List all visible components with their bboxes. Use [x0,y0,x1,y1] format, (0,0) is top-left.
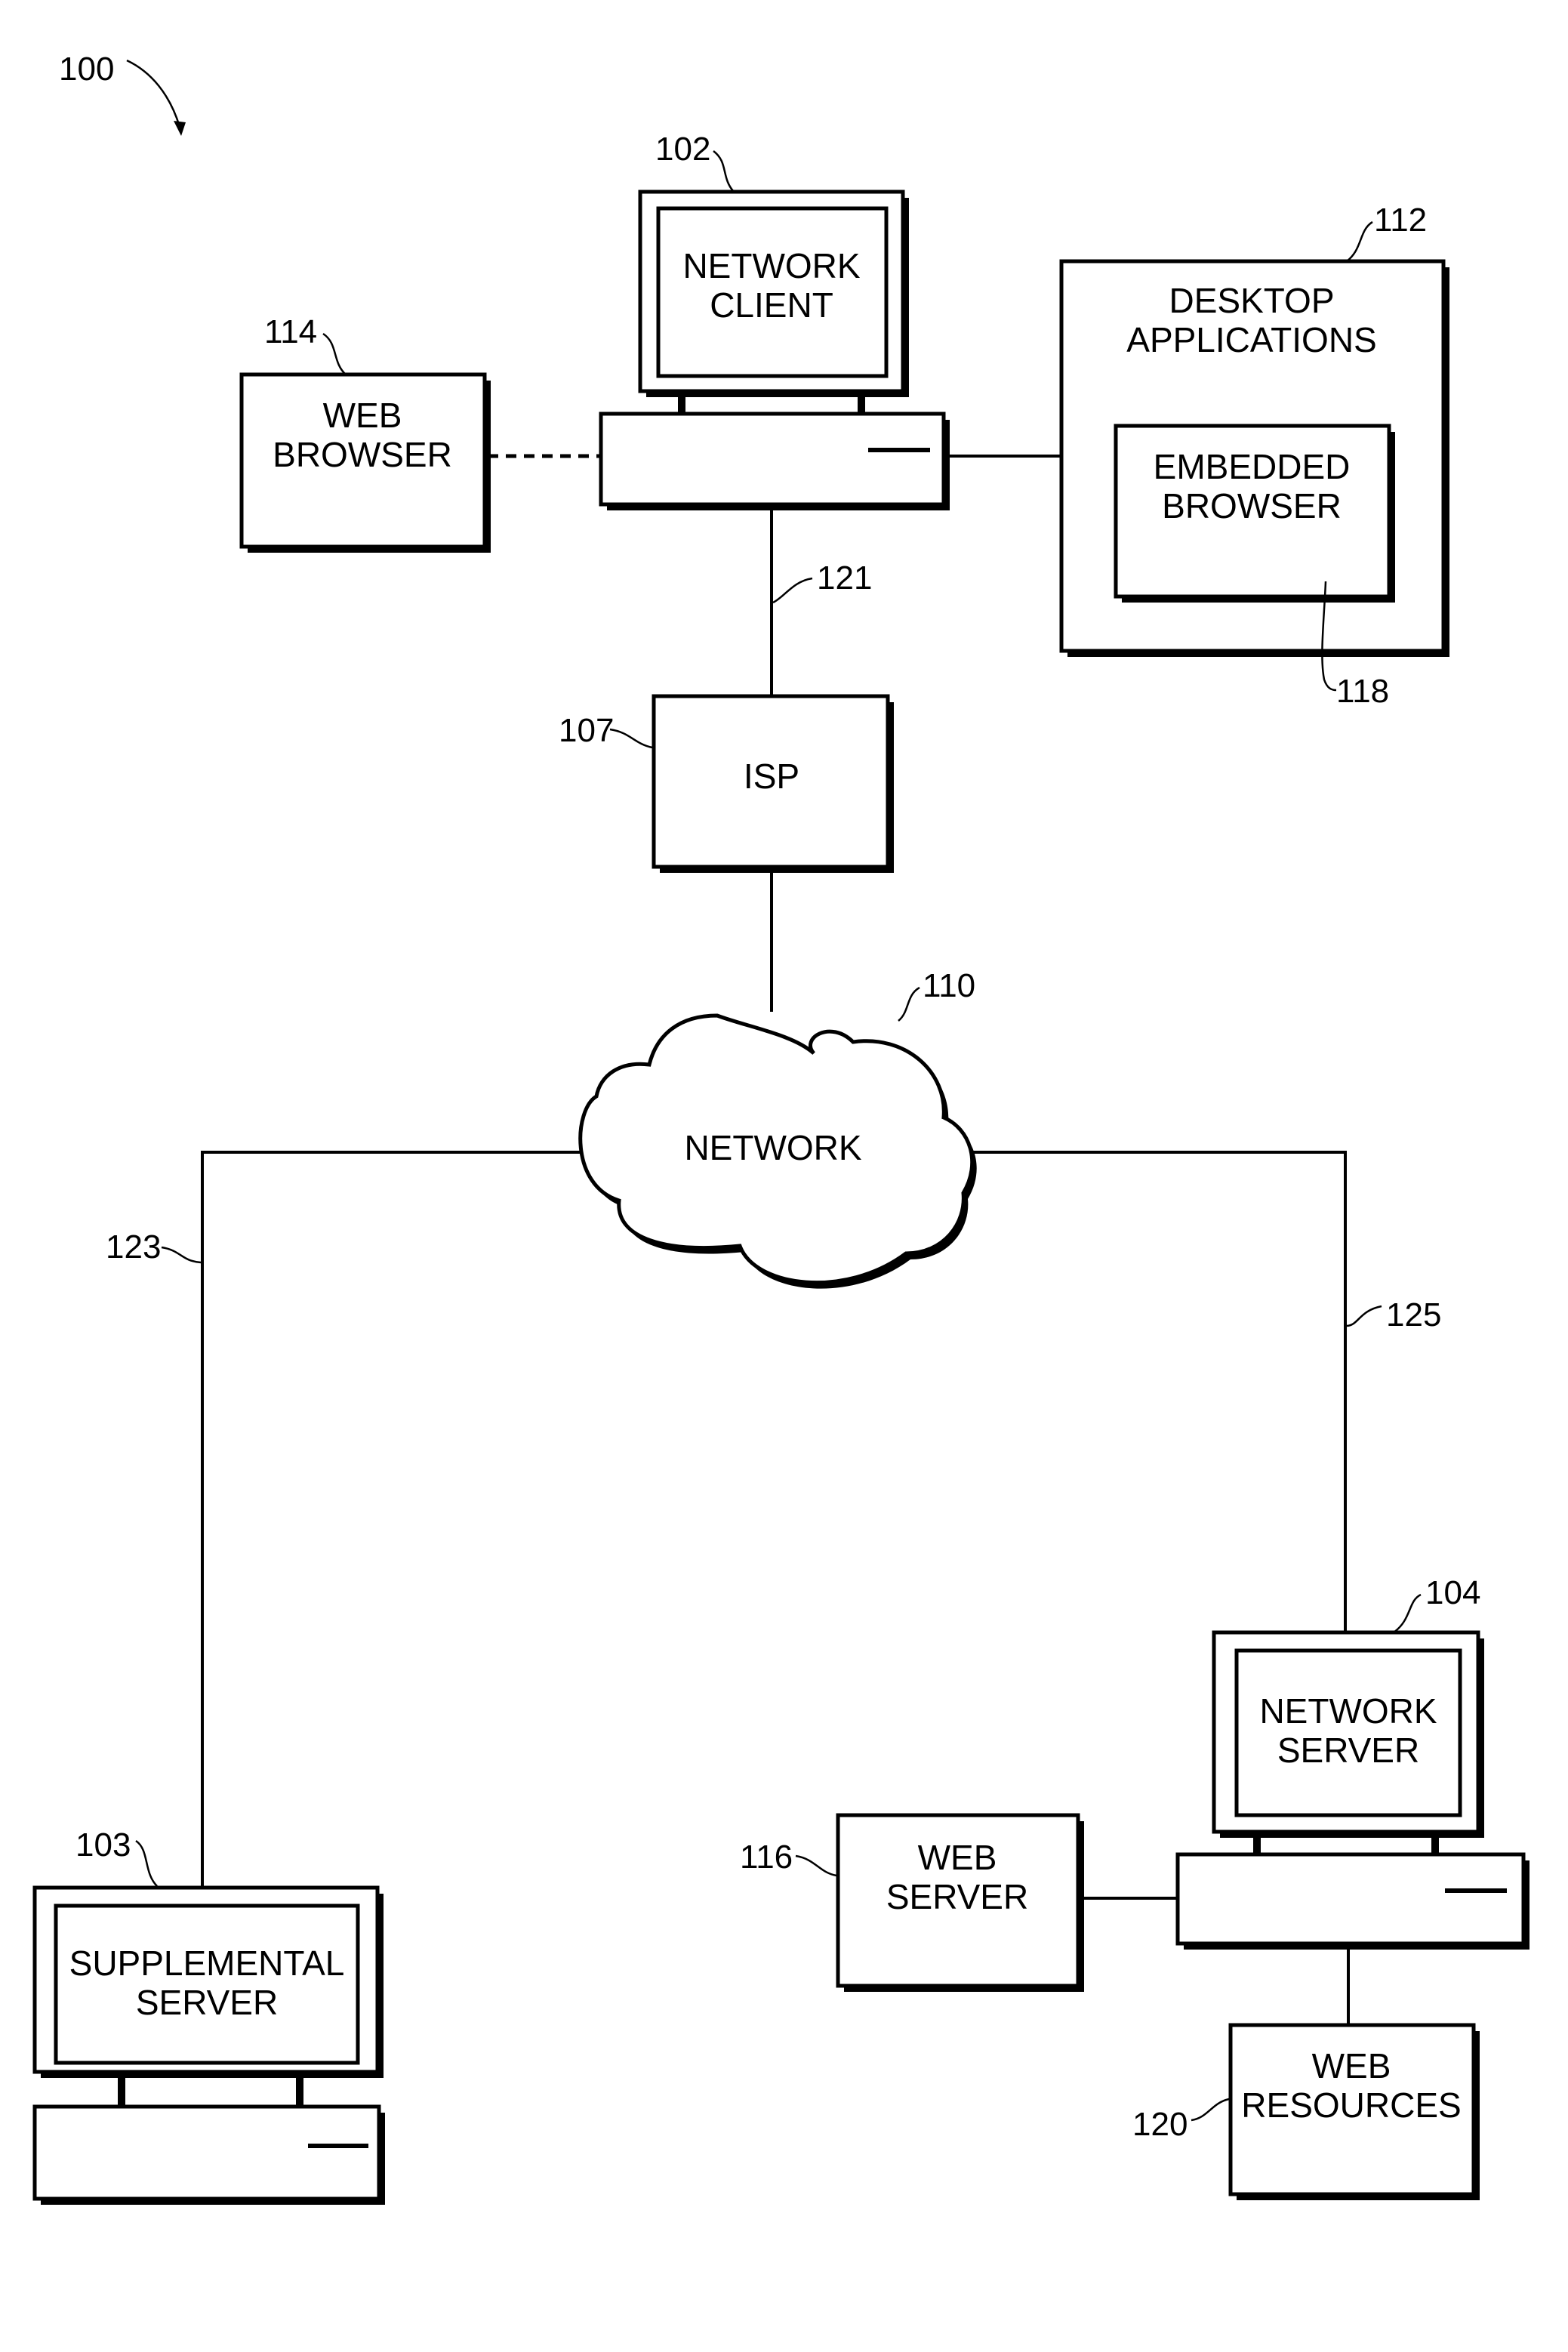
figure-reference-arrow [126,59,181,128]
isp-label: ISP [744,757,799,796]
web-server[interactable]: WEB SERVER [836,1813,1084,1992]
network-leader [898,986,920,1022]
network-server[interactable]: NETWORK SERVER [1175,1630,1529,1950]
network-server-ref: 104 [1425,1574,1480,1611]
desktop-applications-label-line1: DESKTOP [1169,281,1335,320]
network-server-link-ref: 125 [1386,1296,1441,1333]
figure-reference: 100 [59,51,114,88]
supplemental-server-ref: 103 [75,1826,131,1863]
supplemental-server[interactable]: SUPPLEMENTAL SERVER [32,1885,385,2205]
supplemental-server-label-line1: SUPPLEMENTAL [69,1944,345,1983]
web-server-label-line1: WEB [918,1838,997,1877]
network-server-leader [1393,1593,1422,1634]
web-server-ref: 116 [740,1839,793,1876]
network-server-label-line2: SERVER [1277,1731,1419,1770]
network-server-link [972,1151,1347,1632]
web-resources-label-line2: RESOURCES [1241,2085,1461,2125]
network-client-label-line1: NETWORK [682,246,860,285]
network-diagram: 100 NETWORK CLIENT 102 WEB BROWSER 114 D… [32,51,1529,2205]
network-client-label-line2: CLIENT [710,285,833,325]
web-browser-label-line1: WEB [323,396,402,435]
figure-reference-arrowhead-icon [174,121,186,136]
network-label: NETWORK [684,1128,861,1167]
web-resources-leader [1191,2098,1230,2122]
client-isp-link-ref: 121 [817,559,872,596]
embedded-browser-label-line2: BROWSER [1162,486,1342,526]
desktop-applications-leader [1346,220,1373,262]
web-browser-ref: 114 [264,313,317,350]
network-ref: 110 [923,967,975,1004]
web-server-label-line2: SERVER [886,1877,1028,1916]
web-browser-leader [322,332,347,375]
network-cloud[interactable]: NETWORK [578,1013,977,1289]
client-isp-link-leader [772,577,813,604]
desktop-applications[interactable]: DESKTOP APPLICATIONS EMBEDDED BROWSER [1059,259,1449,657]
desktop-applications-label-line2: APPLICATIONS [1126,320,1376,359]
network-client-leader [713,150,735,193]
network-server-link-leader [1346,1305,1382,1327]
web-resources[interactable]: WEB RESOURCES [1228,2023,1480,2200]
desktop-applications-ref: 112 [1374,202,1427,239]
network-supplemental-link [201,1151,581,1888]
web-resources-label-line1: WEB [1312,2046,1391,2085]
web-server-leader [795,1854,837,1877]
network-supplemental-link-leader [161,1246,202,1264]
supplemental-server-label-line2: SERVER [136,1983,278,2022]
network-supplemental-link-ref: 123 [106,1228,161,1265]
isp[interactable]: ISP [652,694,894,873]
supplemental-server-leader [135,1839,158,1887]
network-client[interactable]: NETWORK CLIENT [599,190,950,510]
web-browser[interactable]: WEB BROWSER [239,372,491,553]
web-browser-label-line2: BROWSER [273,435,452,474]
embedded-browser-label-line1: EMBEDDED [1154,447,1351,486]
web-resources-ref: 120 [1132,2106,1188,2143]
isp-leader [609,728,653,749]
embedded-browser[interactable]: EMBEDDED BROWSER [1114,424,1395,603]
embedded-browser-ref: 118 [1336,673,1389,710]
isp-ref: 107 [559,712,614,749]
network-server-label-line1: NETWORK [1259,1691,1437,1731]
network-client-ref: 102 [655,131,710,168]
